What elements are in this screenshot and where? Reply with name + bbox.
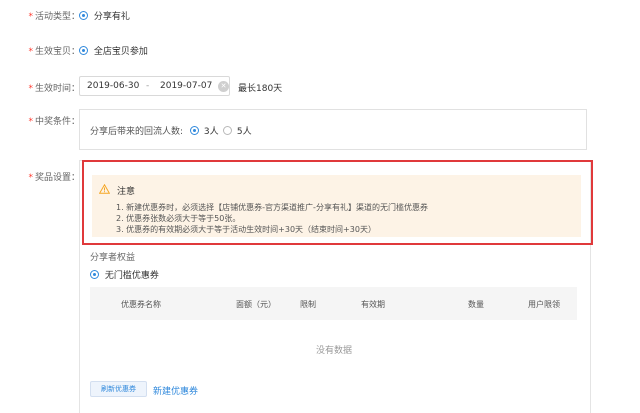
option-5-people[interactable]: 5人 <box>223 124 252 137</box>
effective-items-option[interactable]: 全店宝贝参加 <box>79 44 148 57</box>
warning-icon <box>99 184 110 194</box>
sharer-rights-label: 分享者权益 <box>90 253 136 263</box>
time-limit-hint: 最长180天 <box>238 84 283 94</box>
col-quantity: 数量 <box>468 300 484 309</box>
col-validity: 有效期 <box>361 300 385 309</box>
win-condition-prompt: 分享后带来的回流人数: <box>90 127 184 137</box>
radio-selected-icon[interactable] <box>190 126 199 135</box>
notice-title: 注意 <box>117 187 136 197</box>
notice-line-1: 1. 新建优惠券时，必须选择【店铺优惠券-官方渠道推广-分享有礼】渠道的无门槛优… <box>116 203 428 212</box>
activity-type-option[interactable]: 分享有礼 <box>79 9 130 22</box>
effective-time-label: * 生效时间： <box>28 84 80 94</box>
win-condition-label: * 中奖条件： <box>28 117 80 127</box>
prize-setting-label: * 奖品设置： <box>28 173 80 183</box>
col-coupon-name: 优惠券名称 <box>121 300 161 309</box>
col-limit: 限制 <box>300 300 316 309</box>
new-coupon-link[interactable]: 新建优惠券 <box>153 384 198 397</box>
notice-line-2: 2. 优惠券张数必须大于等于50张。 <box>116 214 241 223</box>
col-denomination: 面额（元） <box>236 300 276 309</box>
col-user-limit: 用户限领 <box>528 300 560 309</box>
clear-icon[interactable]: ✕ <box>218 81 229 92</box>
notice-box: 注意 1. 新建优惠券时，必须选择【店铺优惠券-官方渠道推广-分享有礼】渠道的无… <box>92 175 581 237</box>
option-3-people[interactable]: 3人 <box>190 124 219 137</box>
notice-highlight: 注意 1. 新建优惠券时，必须选择【店铺优惠券-官方渠道推广-分享有礼】渠道的无… <box>82 160 593 245</box>
date-separator: - <box>146 81 150 91</box>
start-date[interactable]: 2019-06-30 <box>87 81 139 91</box>
radio-selected-icon[interactable] <box>79 46 88 55</box>
refresh-coupon-button[interactable]: 刷新优惠券 <box>90 381 147 397</box>
end-date[interactable]: 2019-07-07 <box>160 81 212 91</box>
date-range-picker[interactable]: 2019-06-30 - 2019-07-07 ✕ <box>79 76 230 96</box>
effective-items-label: * 生效宝贝： <box>28 47 80 57</box>
coupon-type-option[interactable]: 无门槛优惠券 <box>90 268 159 281</box>
coupon-table-header: 优惠券名称 面额（元） 限制 有效期 数量 用户限领 <box>90 287 577 320</box>
notice-line-3: 3. 优惠券的有效期必须大于等于活动生效时间+30天（结束时间+30天） <box>116 225 376 234</box>
empty-state: 没有数据 <box>316 346 353 356</box>
radio-unselected-icon[interactable] <box>223 126 232 135</box>
win-condition-box: 分享后带来的回流人数: 3人 5人 <box>79 109 587 150</box>
radio-selected-icon[interactable] <box>79 11 88 20</box>
activity-type-label: * 活动类型： <box>28 12 80 22</box>
radio-selected-icon[interactable] <box>90 270 99 279</box>
